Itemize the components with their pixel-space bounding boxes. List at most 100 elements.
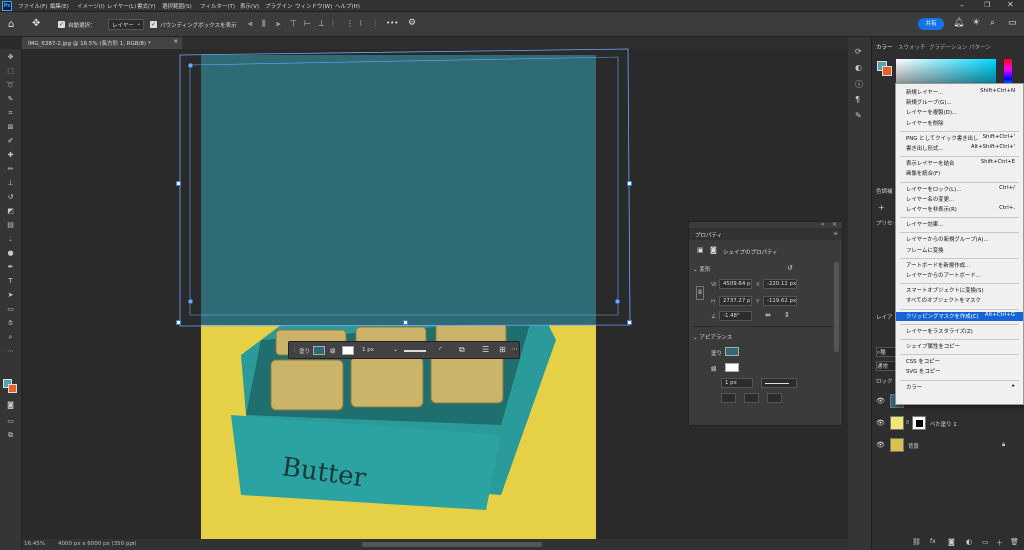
fx-icon[interactable]: fx — [930, 538, 936, 545]
appearance-section-header[interactable]: ⌄ アピアランス — [693, 333, 732, 341]
angle-field[interactable]: -1.48° — [719, 311, 752, 321]
clone-stamp-tool-icon[interactable]: ⊥ — [3, 177, 18, 189]
transform-handle[interactable] — [176, 320, 181, 325]
fill-swatch[interactable] — [725, 347, 739, 356]
gradient-tool-icon[interactable]: ▤ — [3, 219, 18, 231]
rotate-handle[interactable] — [188, 299, 193, 304]
eye-icon[interactable]: 👁︎ — [876, 441, 885, 449]
context-menu-item[interactable]: レイヤーからのアートボード... — [896, 271, 1023, 280]
paragraph-icon[interactable]: ¶ — [855, 95, 860, 104]
reset-transform-icon[interactable]: ↺ — [787, 264, 793, 272]
eraser-tool-icon[interactable]: ◩ — [3, 205, 18, 217]
move-tool-icon[interactable]: ✥ — [3, 51, 18, 63]
type-tool-icon[interactable]: T — [3, 275, 18, 287]
quick-mask-icon[interactable]: ◙ — [3, 399, 18, 411]
context-menu-item[interactable]: 新規レイヤー... Shift+Ctrl+N — [896, 88, 1023, 97]
pen-tool-icon[interactable]: ✒ — [3, 261, 18, 273]
align-left-icon[interactable]: ⫷ — [248, 19, 253, 29]
bell-icon[interactable]: 🔔︎ — [953, 18, 964, 28]
context-menu-item[interactable]: 表示レイヤーを結合 Shift+Ctrl+E — [896, 159, 1023, 168]
distribute-icon[interactable]: ⦙ — [332, 19, 334, 29]
rectangle-tool-icon[interactable]: ▭ — [3, 303, 18, 315]
align-center-icon[interactable]: ⫼ — [262, 19, 266, 29]
context-menu-item[interactable]: カラー ▸ — [896, 383, 1023, 392]
libraries-tab[interactable]: レイア — [876, 313, 893, 321]
align-middle-icon[interactable]: ⊢ — [304, 19, 311, 28]
add-adjustment-icon[interactable]: + — [878, 203, 885, 212]
new-layer-icon[interactable]: ＋ — [996, 538, 1003, 548]
settings-icon[interactable]: ⊞ — [499, 345, 506, 354]
brush-settings-icon[interactable]: ✎ — [855, 111, 862, 120]
blur-tool-icon[interactable]: 💧︎ — [3, 233, 18, 245]
rotate-handle[interactable] — [615, 299, 620, 304]
context-menu-item[interactable]: CSS をコピー — [896, 357, 1023, 366]
adjustments-tab[interactable]: 色調補 — [876, 187, 893, 195]
context-menu-item[interactable]: 新規グループ(G)... — [896, 98, 1023, 107]
history-icon[interactable]: ⟳ — [855, 47, 862, 56]
context-menu-item[interactable]: すべてのオブジェクトをマスク — [896, 296, 1023, 305]
menu-item[interactable]: レイヤー(L) — [107, 2, 136, 10]
panel-menu-icon[interactable]: ≡ — [833, 230, 838, 237]
color-panel-tab[interactable]: カラー — [876, 43, 893, 51]
menu-item[interactable]: プラグイン — [265, 2, 293, 10]
height-field[interactable]: 2737.27 p — [719, 296, 752, 306]
transform-handle[interactable] — [627, 181, 632, 186]
align-top-icon[interactable]: ⊤ — [290, 19, 297, 28]
blend-mode-dropdown[interactable]: 通常 — [876, 361, 896, 371]
frame-tool-icon[interactable]: ⊠ — [3, 121, 18, 133]
marquee-tool-icon[interactable]: ⬚ — [3, 65, 18, 77]
layer-row[interactable]: 👁︎ 背景 🔒︎ — [872, 436, 1024, 456]
context-menu-item[interactable]: スマートオブジェクトに変換(S) — [896, 286, 1023, 295]
adjustment-layer-icon[interactable]: ◐ — [966, 538, 972, 546]
corner-radius-icon[interactable]: ◜ — [439, 345, 442, 354]
context-menu-item[interactable]: レイヤーからの新規グループ(A)... — [896, 235, 1023, 244]
hand-tool-icon[interactable]: ✋︎ — [3, 317, 18, 329]
extras-icon[interactable]: ⧉ — [3, 429, 18, 441]
stroke-style-dropdown[interactable] — [404, 350, 426, 352]
stroke-corners-dropdown[interactable] — [767, 393, 782, 403]
window-close-button[interactable]: ✕ — [1007, 0, 1014, 9]
stroke-width-field[interactable]: 1 px — [721, 378, 753, 388]
status-arrow-icon[interactable]: › — [132, 541, 134, 547]
bbox-checkbox[interactable]: ✓ — [150, 21, 157, 28]
path-select-tool-icon[interactable]: ➤ — [3, 289, 18, 301]
width-field[interactable]: 4509.64 p — [719, 279, 752, 289]
eyedropper-tool-icon[interactable]: ✐ — [3, 135, 18, 147]
horizontal-scrollbar[interactable] — [362, 542, 542, 547]
stroke-swatch[interactable] — [725, 363, 739, 372]
stroke-caps-dropdown[interactable] — [744, 393, 759, 403]
link-dimensions-icon[interactable]: 8 — [696, 286, 704, 300]
crop-tool-icon[interactable]: ⌗ — [3, 107, 18, 119]
context-menu-item[interactable]: レイヤーを削除 — [896, 119, 1023, 128]
zoom-tool-icon[interactable]: ⌕ — [3, 331, 18, 343]
background-color-swatch[interactable] — [8, 384, 17, 393]
path-ops-icon[interactable]: ⧉ — [459, 345, 465, 355]
more-tools-icon[interactable]: ⋯ — [3, 345, 18, 357]
stroke-swatch[interactable] — [342, 346, 354, 355]
context-menu-item[interactable]: SVG をコピー — [896, 367, 1023, 376]
auto-select-dropdown[interactable]: レイヤー ⌄ — [108, 19, 144, 30]
stroke-style-dropdown[interactable] — [761, 378, 797, 388]
lightbulb-icon[interactable]: ☀ — [972, 18, 980, 28]
mask-icon[interactable]: ◙ — [710, 246, 717, 254]
brush-tool-icon[interactable]: ✏ — [3, 163, 18, 175]
context-menu-item[interactable]: シェイプ属性をコピー — [896, 342, 1023, 351]
transform-section-header[interactable]: ⌄ 変形 — [693, 265, 710, 273]
move-tool-icon[interactable]: ✥ — [32, 18, 40, 29]
trash-icon[interactable]: 🗑︎ — [1010, 538, 1019, 546]
flip-vertical-icon[interactable]: ⇕ — [784, 311, 790, 319]
window-restore-button[interactable]: ❐ — [984, 1, 990, 9]
link-layers-icon[interactable]: ⛓ — [912, 538, 921, 546]
layer-filter-field[interactable]: ⌕種 — [876, 347, 896, 357]
flip-horizontal-icon[interactable]: ⇹ — [765, 311, 771, 319]
align-bottom-icon[interactable]: ⊥ — [318, 19, 325, 28]
menu-item[interactable]: イメージ(I) — [77, 2, 105, 10]
context-menu-item[interactable]: クリッピングマスクを作成(C) Alt+Ctrl+G — [896, 311, 1023, 321]
gear-icon[interactable]: ⚙ — [408, 18, 416, 28]
screen-mode-icon[interactable]: ▭ — [3, 415, 18, 427]
menu-item[interactable]: フィルター(T) — [200, 2, 235, 10]
context-menu-item[interactable]: アートボードを新規作成... — [896, 261, 1023, 270]
context-menu-item[interactable]: フレームに変換 — [896, 246, 1023, 255]
window-minimize-button[interactable]: – — [960, 1, 964, 10]
align-icon[interactable]: ☰ — [482, 345, 489, 354]
